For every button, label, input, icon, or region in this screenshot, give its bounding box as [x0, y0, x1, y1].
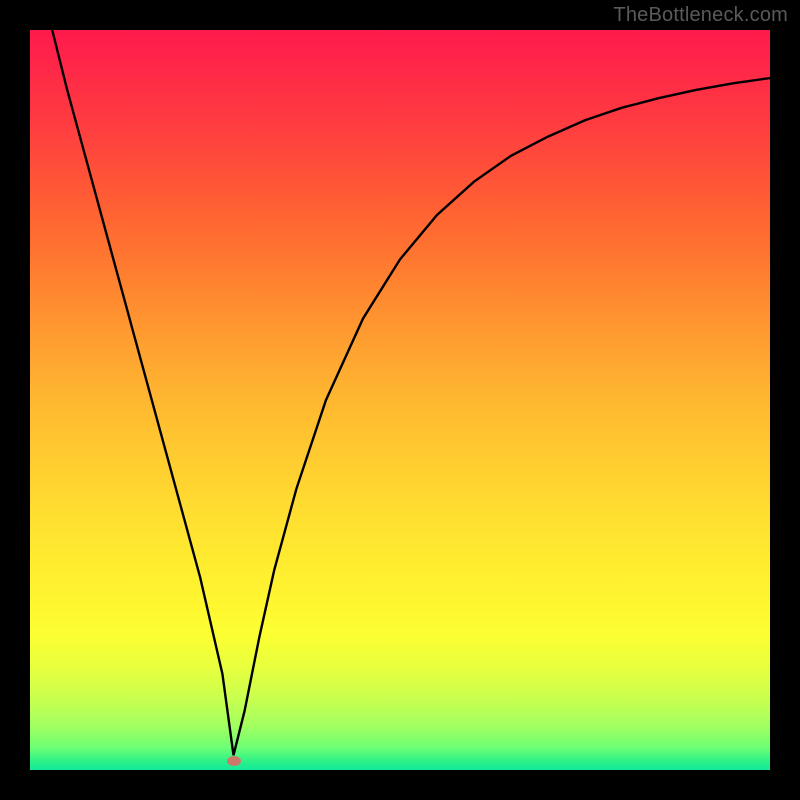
chart-frame: TheBottleneck.com — [0, 0, 800, 800]
plot-area — [30, 30, 770, 770]
attribution-text: TheBottleneck.com — [613, 4, 788, 27]
bottleneck-curve — [30, 30, 770, 770]
curve-path — [52, 30, 770, 755]
optimum-marker — [227, 756, 241, 766]
